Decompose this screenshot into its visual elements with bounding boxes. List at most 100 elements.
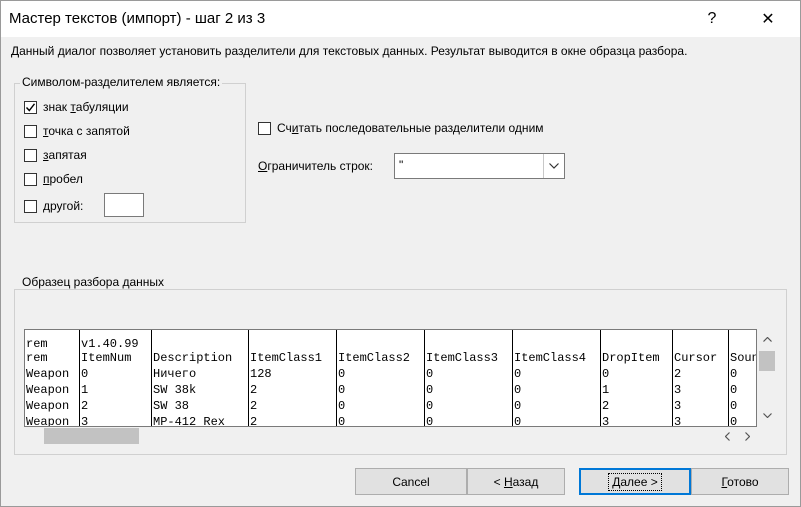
next-button-label: Далее > xyxy=(608,472,662,491)
preview-cell: 0 xyxy=(426,367,434,381)
preview-cell: 0 xyxy=(338,367,346,381)
preview-cell: 0 xyxy=(730,383,738,397)
preview-cell: 0 xyxy=(514,367,522,381)
preview-column[interactable]: ItemClass4 0 0 0 0 xyxy=(513,330,601,426)
dropdown-button[interactable] xyxy=(543,154,564,178)
preview-cell: 0 xyxy=(338,399,346,413)
preview-cell: Weapon xyxy=(26,367,70,381)
preview-cell: 3 xyxy=(81,415,89,427)
tab-checkbox[interactable] xyxy=(24,100,37,114)
preview-column[interactable]: rem rem Weapon Weapon Weapon Weapon xyxy=(25,330,80,427)
preview-cell: 2 xyxy=(602,399,610,413)
consecutive-delimiters-label: Считать последовательные разделители одн… xyxy=(277,121,544,135)
cancel-button-label: Cancel xyxy=(392,474,430,489)
comma-label: запятая xyxy=(43,148,87,162)
preview-cell: Description xyxy=(153,351,233,365)
scroll-right-icon[interactable] xyxy=(739,428,755,444)
other-delimiter-option[interactable]: другой: xyxy=(24,199,83,213)
preview-cell: 1 xyxy=(81,383,89,397)
finish-button-label: Готово xyxy=(721,474,759,489)
comma-checkbox[interactable] xyxy=(24,148,37,162)
preview-cell: 1 xyxy=(602,383,610,397)
preview-column[interactable]: DropItem 0 1 2 3 xyxy=(601,330,673,427)
text-qualifier-select[interactable]: " xyxy=(394,153,565,179)
tab-delimiter-option[interactable]: знак табуляции xyxy=(24,100,129,114)
preview-cell: Weapon xyxy=(26,383,70,397)
cancel-button[interactable]: Cancel xyxy=(355,468,467,495)
preview-cell: 3 xyxy=(674,415,682,427)
preview-cell: ItemClass3 xyxy=(426,351,499,365)
preview-cell: 2 xyxy=(250,399,258,413)
scroll-left-icon[interactable] xyxy=(719,428,735,444)
preview-cell: 3 xyxy=(602,415,610,427)
preview-cell: 0 xyxy=(338,383,346,397)
semicolon-delimiter-option[interactable]: точка с запятой xyxy=(24,124,130,138)
horizontal-scrollbar[interactable] xyxy=(24,427,757,445)
consecutive-delimiters-checkbox[interactable] xyxy=(258,121,271,135)
preview-cell: 0 xyxy=(514,383,522,397)
checkmark-icon xyxy=(25,102,36,112)
tab-label: знак табуляции xyxy=(43,100,129,114)
semicolon-label: точка с запятой xyxy=(43,124,130,138)
preview-cell: 2 xyxy=(81,399,89,413)
preview-column[interactable]: ItemClass3 0 0 0 0 xyxy=(425,330,513,427)
preview-cell: 3 xyxy=(674,383,682,397)
preview-column[interactable]: Cursor 2 3 3 3 xyxy=(673,330,729,427)
horizontal-scroll-thumb[interactable] xyxy=(44,428,139,444)
preview-cell: Cursor xyxy=(674,351,718,365)
preview-cell: Weapon xyxy=(26,399,70,413)
preview-column[interactable]: Sound 0 0 0 0 xyxy=(729,330,756,426)
other-delimiter-input[interactable] xyxy=(104,193,144,217)
window-title: Мастер текстов (импорт) - шаг 2 из 3 xyxy=(9,10,266,27)
other-label: другой: xyxy=(43,199,84,213)
preview-cell: Ничего xyxy=(153,367,197,381)
preview-column[interactable]: ItemClass2 0 0 0 0 xyxy=(337,330,425,426)
text-import-wizard-dialog: Мастер текстов (импорт) - шаг 2 из 3 ? ✕… xyxy=(0,0,801,507)
help-icon: ? xyxy=(707,10,717,27)
back-button[interactable]: < Назад xyxy=(467,468,565,495)
preview-cell: MP-412 Rex xyxy=(153,415,226,427)
back-button-label: < Назад xyxy=(493,474,539,489)
preview-cell: 0 xyxy=(602,367,610,381)
chevron-down-icon xyxy=(549,163,559,169)
help-button[interactable]: ? xyxy=(689,1,735,37)
finish-button[interactable]: Готово xyxy=(691,468,789,495)
data-preview-grid[interactable]: rem rem Weapon Weapon Weapon Weapon v1.40.99 It… xyxy=(24,329,757,427)
preview-cell: ItemNum xyxy=(81,351,132,365)
scroll-down-icon[interactable] xyxy=(757,407,777,423)
space-label: пробел xyxy=(43,172,83,186)
comma-delimiter-option[interactable]: запятая xyxy=(24,148,87,162)
semicolon-checkbox[interactable] xyxy=(24,124,37,138)
consecutive-delimiters-option[interactable]: Считать последовательные разделители одн… xyxy=(258,121,544,135)
space-delimiter-option[interactable]: пробел xyxy=(24,172,83,186)
preview-cell: SW 38k xyxy=(153,383,197,397)
preview-cell: 0 xyxy=(514,399,522,413)
text-qualifier-label: Ограничитель строк: xyxy=(258,159,374,173)
dialog-description: Данный диалог позволяет установить разде… xyxy=(11,44,688,58)
close-button[interactable]: ✕ xyxy=(745,1,791,37)
preview-cell: 0 xyxy=(426,383,434,397)
vertical-scroll-thumb[interactable] xyxy=(759,351,775,371)
preview-cell: 0 xyxy=(730,399,738,413)
preview-cell: 2 xyxy=(250,415,258,427)
other-checkbox[interactable] xyxy=(24,199,37,213)
preview-column[interactable]: ItemClass1 128 2 2 2 xyxy=(249,330,337,427)
preview-column[interactable]: v1.40.99 ItemNum 0 1 2 3 xyxy=(80,330,152,427)
data-preview-legend: Образец разбора данных xyxy=(20,275,167,289)
preview-column[interactable]: Description Ничего SW 38k SW 38 MP-412 Rex xyxy=(152,330,249,427)
preview-cell: 0 xyxy=(426,399,434,413)
text-qualifier-value: " xyxy=(399,158,404,172)
scroll-up-icon[interactable] xyxy=(757,331,777,347)
next-button[interactable]: Далее > xyxy=(579,468,691,495)
vertical-scrollbar[interactable] xyxy=(757,329,777,427)
preview-cell: SW 38 xyxy=(153,399,190,413)
preview-cell: Weapon xyxy=(26,415,70,427)
preview-cell: 0 xyxy=(81,367,89,381)
preview-cell: 0 xyxy=(730,367,738,381)
delimiters-group-legend: Символом-разделителем является: xyxy=(20,75,223,89)
space-checkbox[interactable] xyxy=(24,172,37,186)
preview-cell: 3 xyxy=(674,399,682,413)
preview-cell: Sound xyxy=(730,351,756,365)
preview-cell: 0 xyxy=(426,415,434,427)
preview-cell: ItemClass2 xyxy=(338,351,411,365)
